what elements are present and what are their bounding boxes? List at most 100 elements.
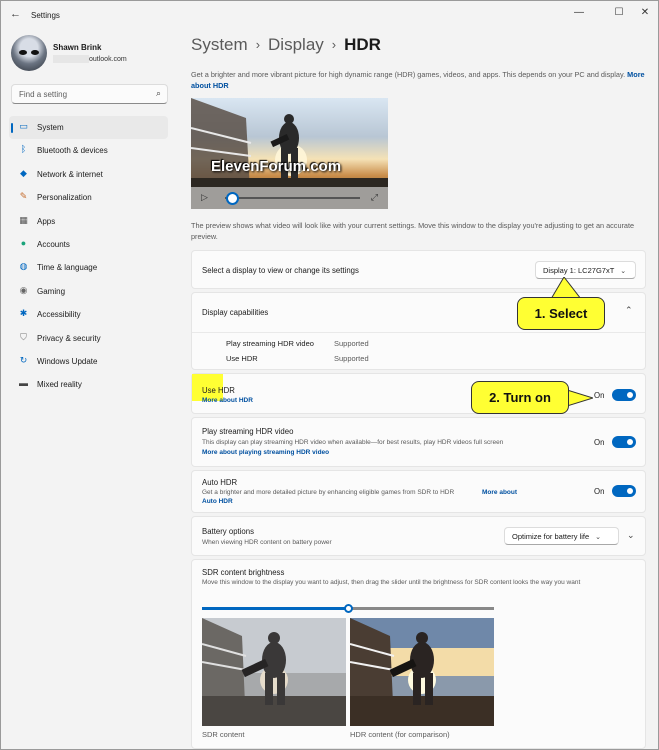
bluetooth-icon: ᛒ	[20, 144, 27, 155]
breadcrumb-separator: ›	[255, 37, 261, 52]
window-title: Settings	[31, 11, 60, 20]
battery-dropdown[interactable]: Optimize for battery life ⌄	[504, 527, 619, 545]
play-icon[interactable]: ▷	[201, 192, 208, 203]
sdr-caption: SDR content	[202, 730, 245, 739]
sdr-scene	[202, 618, 346, 726]
sidebar-item-privacy[interactable]: ⛉ Privacy & security	[9, 327, 168, 350]
breadcrumb-system[interactable]: System	[191, 35, 248, 54]
auto-hdr-desc: Get a brighter and more detailed picture…	[202, 489, 455, 496]
sidebar-item-accessibility[interactable]: ✱ Accessibility	[9, 303, 168, 326]
display-select-label: Select a display to view or change its s…	[202, 266, 359, 275]
sidebar-item-accounts[interactable]: ● Accounts	[9, 233, 168, 256]
auto-hdr-link-a[interactable]: More about	[482, 489, 517, 496]
sidebar-item-label: Mixed reality	[37, 380, 82, 390]
use-hdr-toggle[interactable]	[612, 389, 636, 401]
active-indicator	[11, 123, 13, 133]
hdr-scene	[350, 618, 494, 726]
sidebar-item-gaming[interactable]: ◉ Gaming	[9, 280, 168, 303]
chevron-down-icon: ⌄	[595, 534, 601, 541]
close-icon[interactable]: ✕	[632, 5, 658, 21]
accessibility-icon: ✱	[19, 308, 28, 319]
sidebar-item-bluetooth[interactable]: ᛒ Bluetooth & devices	[9, 139, 168, 162]
auto-hdr-toggle[interactable]	[612, 485, 636, 497]
more-about-hdr-link[interactable]: More about HDR	[202, 397, 253, 404]
streaming-link[interactable]: More about playing streaming HDR video	[202, 449, 329, 456]
sidebar-item-label: Windows Update	[37, 356, 98, 366]
sidebar-item-label: Gaming	[37, 286, 66, 296]
chevron-down-icon[interactable]: ⌄	[627, 530, 635, 541]
apps-icon: ▦	[19, 214, 28, 225]
sidebar-item-personalization[interactable]: ✎ Personalization	[9, 186, 168, 209]
chevron-up-icon[interactable]: ⌃	[625, 305, 633, 316]
callout-pointer-turn-on	[567, 389, 593, 407]
auto-hdr-card: Auto HDR Get a brighter and more detaile…	[191, 470, 646, 513]
sdr-title: SDR content brightness	[202, 568, 285, 577]
sidebar-item-label: Personalization	[37, 193, 92, 203]
sdr-brightness-card: SDR content brightness Move this window …	[191, 559, 646, 749]
sidebar-item-network[interactable]: ◆ Network & internet	[9, 163, 168, 186]
user-name: Shawn Brink	[53, 43, 102, 52]
sdr-desc: Move this window to the display you want…	[202, 579, 581, 586]
use-hdr-state: On	[594, 391, 605, 400]
video-seek-thumb[interactable]	[226, 192, 239, 205]
capabilities-title: Display capabilities	[202, 308, 269, 317]
streaming-toggle[interactable]	[612, 436, 636, 448]
video-watermark: ElevenForum.com	[211, 158, 342, 175]
email-redaction	[53, 55, 89, 63]
intro-description: Get a brighter and more vibrant picture …	[191, 70, 626, 79]
sdr-slider-thumb[interactable]	[344, 604, 353, 613]
sdr-slider-fill	[202, 607, 348, 610]
sidebar-item-apps[interactable]: ▦ Apps	[9, 210, 168, 233]
sidebar-item-time-language[interactable]: ◍ Time & language	[9, 256, 168, 279]
capability-name: Use HDR	[226, 354, 258, 363]
gamepad-icon: ◉	[19, 284, 28, 295]
callout-turn-on: 2. Turn on	[471, 381, 569, 414]
sidebar-item-label: Privacy & security	[37, 333, 101, 343]
title-bar: ← Settings — ☐ ✕	[1, 1, 658, 29]
hdr-caption: HDR content (for comparison)	[350, 730, 450, 739]
display-dropdown-value: Display 1: LC27G7xT	[543, 266, 615, 275]
sidebar-item-label: Apps	[37, 216, 56, 226]
divider	[192, 332, 645, 333]
intro-text: Get a brighter and more vibrant picture …	[191, 69, 646, 91]
preview-note: The preview shows what video will look l…	[191, 221, 635, 241]
search-placeholder: Find a setting	[19, 90, 68, 99]
auto-hdr-state: On	[594, 487, 605, 496]
wifi-icon: ◆	[20, 167, 27, 178]
sidebar-item-windows-update[interactable]: ↻ Windows Update	[9, 350, 168, 373]
sidebar-item-label: Time & language	[37, 263, 98, 273]
streaming-desc: This display can play streaming HDR vide…	[202, 439, 504, 446]
sidebar-item-label: Network & internet	[37, 169, 103, 179]
headset-icon: ▬	[19, 378, 28, 389]
maximize-icon[interactable]: ☐	[606, 5, 632, 21]
sidebar-item-label: Accounts	[37, 239, 70, 249]
breadcrumb-separator: ›	[331, 37, 337, 52]
sidebar-item-label: Accessibility	[37, 310, 81, 320]
sidebar-nav: ▭ System ᛒ Bluetooth & devices ◆ Network…	[9, 116, 168, 397]
search-input[interactable]: Find a setting ⌕	[11, 84, 168, 104]
system-icon: ▭	[19, 121, 28, 131]
capability-status: Supported	[334, 339, 369, 348]
breadcrumb-display[interactable]: Display	[268, 35, 324, 54]
fullscreen-icon[interactable]: ⤢	[371, 192, 378, 203]
sdr-preview-image	[202, 618, 346, 726]
callout-select: 1. Select	[517, 297, 605, 330]
breadcrumb: System › Display › HDR	[191, 35, 381, 55]
avatar[interactable]	[11, 35, 47, 71]
update-icon: ↻	[19, 354, 28, 365]
sidebar-item-system[interactable]: ▭ System	[9, 116, 168, 140]
email-suffix: outlook.com	[89, 55, 127, 63]
settings-window: ← Settings — ☐ ✕ Shawn Brink outlook.com…	[0, 0, 659, 750]
streaming-title: Play streaming HDR video	[202, 427, 294, 436]
auto-hdr-link-b[interactable]: Auto HDR	[202, 498, 233, 505]
sidebar-item-mixed-reality[interactable]: ▬ Mixed reality	[9, 373, 168, 396]
capability-name: Play streaming HDR video	[226, 339, 314, 348]
back-arrow-icon[interactable]: ←	[10, 8, 21, 20]
minimize-icon[interactable]: —	[566, 5, 592, 21]
hdr-preview-image	[350, 618, 494, 726]
battery-options-card[interactable]: Battery options When viewing HDR content…	[191, 516, 646, 556]
use-hdr-title: Use HDR	[202, 386, 235, 395]
auto-hdr-title: Auto HDR	[202, 478, 238, 487]
sidebar-item-label: Bluetooth & devices	[37, 146, 108, 156]
video-seek-track[interactable]	[225, 197, 360, 199]
